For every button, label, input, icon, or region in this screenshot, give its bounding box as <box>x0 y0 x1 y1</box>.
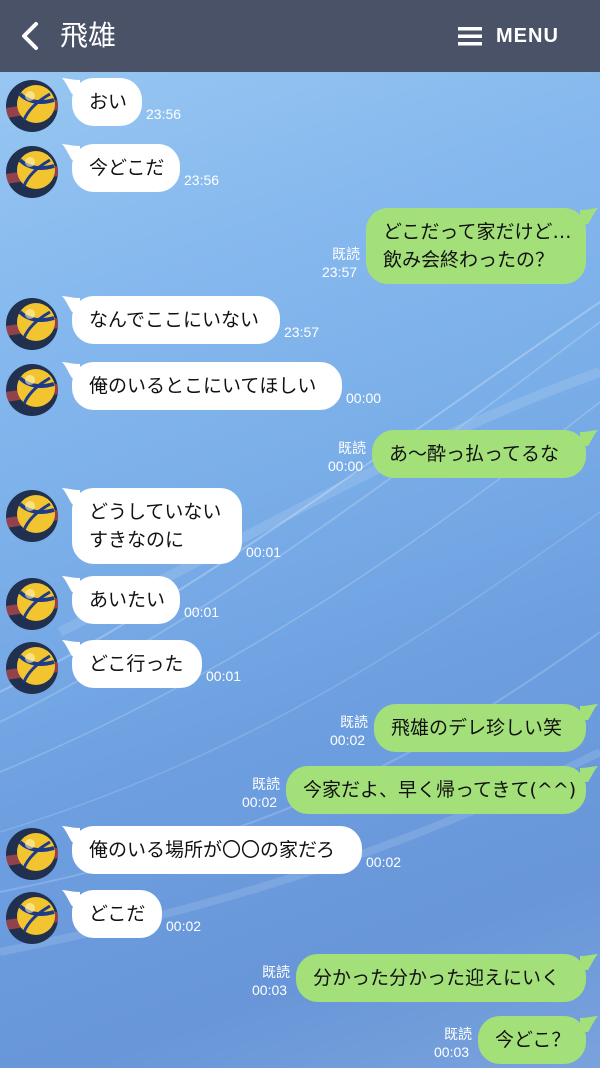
bubble-tail <box>62 640 80 656</box>
avatar[interactable] <box>6 828 58 880</box>
message-text: どこ行った <box>89 653 184 675</box>
message-bubble[interactable]: 分かった分かった迎えにいく <box>296 954 586 1002</box>
timestamp: 00:01 <box>246 544 282 560</box>
avatar[interactable] <box>6 892 58 944</box>
timestamp: 00:01 <box>206 668 242 684</box>
message-bubble[interactable]: 俺のいる場所が〇〇の家だろ <box>72 826 362 874</box>
message-bubble[interactable]: どうしていない すきなのに <box>72 488 242 564</box>
volleyball-icon <box>6 80 58 132</box>
menu-label: MENU <box>496 24 559 47</box>
chat-header: 飛雄 MENU <box>0 0 600 72</box>
message-text: どうしていない <box>89 501 222 523</box>
message-text: 俺のいるとこにいてほしい <box>89 375 317 397</box>
timestamp: 00:03 <box>434 1044 470 1060</box>
message-bubble[interactable]: おい <box>72 78 142 126</box>
timestamp: 00:02 <box>166 918 202 934</box>
message-bubble[interactable]: あいたい <box>72 576 180 624</box>
message-text: 今どこ？ <box>495 1029 571 1051</box>
avatar[interactable] <box>6 490 58 542</box>
read-receipt: 既読 <box>262 965 290 981</box>
avatar[interactable] <box>6 298 58 350</box>
bubble-tail <box>62 826 80 842</box>
message-bubble[interactable]: あ〜酔っ払ってるな <box>372 430 586 478</box>
message-bubble[interactable]: 今どこだ <box>72 144 180 192</box>
message-text: どこだ <box>89 903 146 925</box>
bubble-tail <box>62 576 80 592</box>
timestamp: 23:56 <box>184 172 220 188</box>
volleyball-icon <box>6 642 58 694</box>
message-text: 飛雄のデレ珍しい笑 <box>391 717 563 739</box>
timestamp: 00:00 <box>346 390 382 406</box>
message-text: 今どこだ <box>89 157 165 179</box>
bubble-tail <box>580 208 598 224</box>
volleyball-icon <box>6 490 58 542</box>
message-text: あ〜酔っ払ってるな <box>389 443 560 465</box>
read-receipt: 既読 <box>252 777 280 793</box>
avatar[interactable] <box>6 578 58 630</box>
message-bubble[interactable]: なんでここにいない <box>72 296 280 344</box>
message-text: 分かった分かった迎えにいく <box>313 967 561 989</box>
timestamp: 23:57 <box>284 324 320 340</box>
message-text: なんでここにいない <box>89 309 260 331</box>
message-bubble[interactable]: 飛雄のデレ珍しい笑 <box>374 704 586 752</box>
message-bubble[interactable]: 今家だよ、早く帰ってきて(^^) <box>286 766 586 814</box>
message-bubble[interactable]: 俺のいるとこにいてほしい <box>72 362 342 410</box>
bubble-tail <box>62 296 80 312</box>
bubble-tail <box>62 488 80 504</box>
volleyball-icon <box>6 578 58 630</box>
message-text: 今家だよ、早く帰ってきて(^^) <box>303 779 577 801</box>
volleyball-icon <box>6 892 58 944</box>
message-text: おい <box>89 91 128 113</box>
message-bubble[interactable]: どこだって家だけど… 飲み会終わったの？ <box>366 208 586 284</box>
avatar[interactable] <box>6 642 58 694</box>
timestamp: 23:57 <box>322 264 358 280</box>
timestamp: 00:02 <box>330 732 366 748</box>
timestamp: 00:00 <box>328 458 364 474</box>
chevron-left-icon[interactable] <box>16 20 46 52</box>
bubble-tail <box>580 766 598 782</box>
timestamp: 00:01 <box>184 604 220 620</box>
read-receipt: 既読 <box>338 441 366 457</box>
bubble-tail <box>62 362 80 378</box>
menu-button[interactable]: MENU <box>458 22 559 50</box>
volleyball-icon <box>6 364 58 416</box>
bubble-tail <box>580 1016 598 1032</box>
bubble-tail <box>580 954 598 970</box>
timestamp: 23:56 <box>146 106 182 122</box>
message-text: 飲み会終わったの？ <box>383 249 555 271</box>
avatar[interactable] <box>6 80 58 132</box>
timestamp: 00:02 <box>366 854 402 870</box>
bubble-tail <box>62 78 80 94</box>
message-bubble[interactable]: どこだ <box>72 890 162 938</box>
message-bubble[interactable]: どこ行った <box>72 640 202 688</box>
hamburger-icon <box>458 27 482 46</box>
read-receipt: 既読 <box>340 715 368 731</box>
message-bubble[interactable]: 今どこ？ <box>478 1016 586 1064</box>
bubble-tail <box>62 144 80 160</box>
volleyball-icon <box>6 298 58 350</box>
bubble-tail <box>580 430 598 446</box>
bubble-tail <box>580 704 598 720</box>
message-text: 俺のいる場所が〇〇の家だろ <box>89 839 335 861</box>
read-receipt: 既読 <box>444 1027 472 1043</box>
avatar[interactable] <box>6 146 58 198</box>
message-text: どこだって家だけど… <box>383 221 572 243</box>
message-text: あいたい <box>89 589 166 611</box>
avatar[interactable] <box>6 364 58 416</box>
read-receipt: 既読 <box>332 247 360 263</box>
message-text: すきなのに <box>89 529 185 551</box>
bubble-tail <box>62 890 80 906</box>
timestamp: 00:03 <box>252 982 288 998</box>
volleyball-icon <box>6 828 58 880</box>
chat-title: 飛雄 <box>60 19 117 52</box>
timestamp: 00:02 <box>242 794 278 810</box>
volleyball-icon <box>6 146 58 198</box>
